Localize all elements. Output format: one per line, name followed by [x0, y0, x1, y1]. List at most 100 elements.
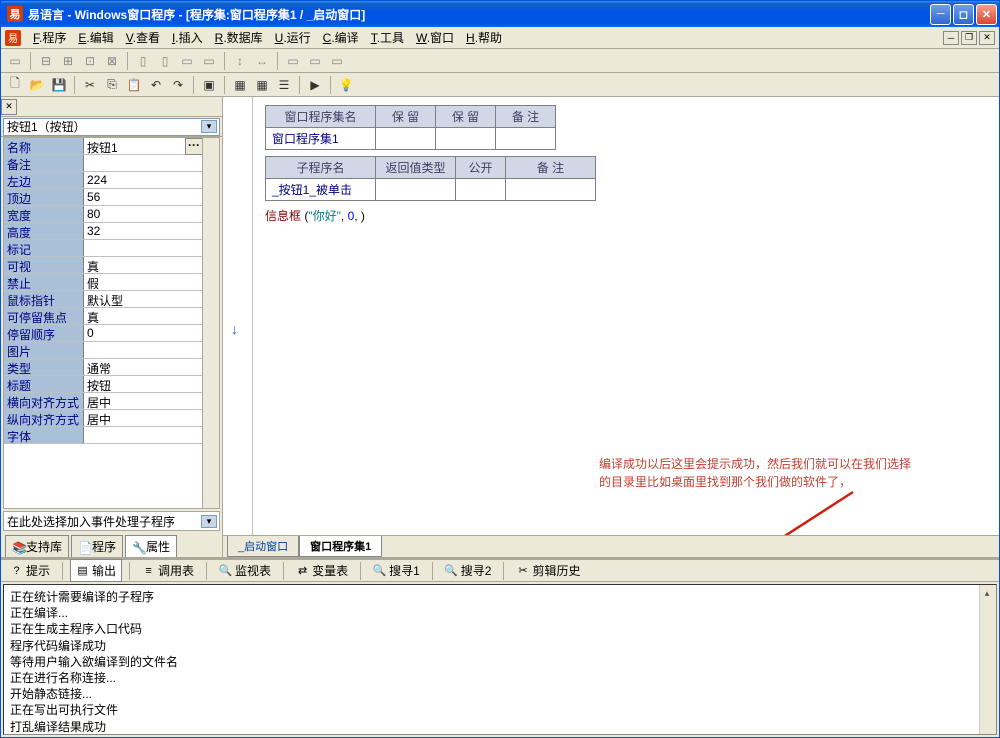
table-cell[interactable] [376, 179, 456, 201]
table-cell[interactable]: _按钮1_被单击 [266, 179, 376, 201]
property-row[interactable]: 顶边56 [4, 189, 219, 206]
bottom-tab[interactable]: ≡调用表 [137, 560, 199, 581]
run-icon[interactable]: ▶ [305, 75, 325, 95]
property-value[interactable]: 真 [84, 257, 203, 273]
scroll-up-icon[interactable]: ▴ [980, 587, 994, 601]
property-value[interactable]: 0 [84, 325, 203, 341]
property-value[interactable] [84, 427, 203, 443]
table-cell[interactable] [506, 179, 596, 201]
menu-item[interactable]: U.运行 [269, 27, 317, 48]
property-row[interactable]: 可停留焦点真 [4, 308, 219, 325]
tool-icon[interactable]: ▭ [305, 51, 325, 71]
tool-icon[interactable]: ▭ [5, 51, 25, 71]
property-value[interactable]: 56 [84, 189, 203, 205]
bottom-tab[interactable]: ▤输出 [70, 559, 122, 582]
property-value[interactable]: 居中 [84, 393, 203, 409]
property-row[interactable]: 类型通常 [4, 359, 219, 376]
property-row[interactable]: 高度32 [4, 223, 219, 240]
tool-icon[interactable]: ⊟ [36, 51, 56, 71]
property-value[interactable]: 居中 [84, 410, 203, 426]
property-value[interactable]: 80 [84, 206, 203, 222]
mdi-restore-button[interactable]: ❐ [961, 31, 977, 45]
code-line[interactable]: 信息框 ("你好", 0, ) [265, 207, 987, 224]
object-selector-combo[interactable]: 按钮1（按钮） [3, 118, 220, 136]
property-row[interactable]: 标记 [4, 240, 219, 257]
property-value[interactable]: 32 [84, 223, 203, 239]
property-row[interactable]: 名称按钮1 [4, 138, 219, 155]
mdi-minimize-button[interactable]: ─ [943, 31, 959, 45]
bottom-tab[interactable]: ✂剪辑历史 [511, 560, 585, 581]
tool-icon[interactable]: ⊞ [58, 51, 78, 71]
property-value[interactable] [84, 155, 203, 171]
menu-item[interactable]: F.程序 [27, 27, 72, 48]
redo-icon[interactable]: ↷ [168, 75, 188, 95]
mdi-close-button[interactable]: ✕ [979, 31, 995, 45]
left-tab[interactable]: 📚支持库 [5, 535, 69, 557]
tool-icon[interactable]: ↕ [230, 51, 250, 71]
tool-icon[interactable]: ▭ [283, 51, 303, 71]
property-row[interactable]: 备注 [4, 155, 219, 172]
menu-item[interactable]: H.帮助 [460, 27, 508, 48]
help-icon[interactable]: 💡 [336, 75, 356, 95]
property-row[interactable]: 宽度80 [4, 206, 219, 223]
property-value[interactable]: 按钮1 [84, 138, 203, 154]
left-tab[interactable]: 📄程序 [71, 535, 123, 557]
output-pane[interactable]: ▴ 正在统计需要编译的子程序正在编译...正在生成主程序入口代码程序代码编译成功… [3, 584, 997, 735]
copy-icon[interactable]: ⎘ [102, 75, 122, 95]
editor-tab[interactable]: _启动窗口 [227, 536, 299, 557]
code-area[interactable]: 窗口程序集名保 留保 留备 注 窗口程序集1 子程序名返回值类型公开备 注 _按… [253, 97, 999, 535]
tool-icon[interactable]: ▯ [133, 51, 153, 71]
menu-item[interactable]: R.数据库 [209, 27, 269, 48]
panel-close-button[interactable]: ✕ [1, 99, 17, 115]
editor-tab[interactable]: 窗口程序集1 [299, 536, 382, 557]
tool-icon[interactable]: ⊠ [102, 51, 122, 71]
menu-item[interactable]: C.编译 [317, 27, 365, 48]
menu-item[interactable]: I.插入 [166, 27, 209, 48]
table-cell[interactable] [496, 128, 556, 150]
property-value[interactable]: 假 [84, 274, 203, 290]
property-row[interactable]: 可视真 [4, 257, 219, 274]
tool-icon[interactable]: ▯ [155, 51, 175, 71]
table-cell[interactable]: 窗口程序集1 [266, 128, 376, 150]
new-icon[interactable]: 🗋 [5, 75, 25, 95]
menu-item[interactable]: E.编辑 [72, 27, 119, 48]
property-row[interactable]: 横向对齐方式居中 [4, 393, 219, 410]
menu-item[interactable]: V.查看 [120, 27, 166, 48]
form-icon[interactable]: ▦ [230, 75, 250, 95]
list-icon[interactable]: ☰ [274, 75, 294, 95]
bottom-tab[interactable]: 🔍监视表 [214, 560, 276, 581]
open-icon[interactable]: 📂 [27, 75, 47, 95]
save-icon[interactable]: 💾 [49, 75, 69, 95]
property-value[interactable]: 真 [84, 308, 203, 324]
property-value[interactable]: 按钮 [84, 376, 203, 392]
property-row[interactable]: 标题按钮 [4, 376, 219, 393]
window-icon[interactable]: ▣ [199, 75, 219, 95]
bottom-tab[interactable]: ?提示 [5, 560, 55, 581]
menu-item[interactable]: W.窗口 [410, 27, 460, 48]
tool-icon[interactable]: ⊡ [80, 51, 100, 71]
property-value[interactable] [84, 342, 203, 358]
property-row[interactable]: 左边224 [4, 172, 219, 189]
property-value[interactable]: 默认型 [84, 291, 203, 307]
undo-icon[interactable]: ↶ [146, 75, 166, 95]
property-row[interactable]: 字体 [4, 427, 219, 444]
bottom-tab[interactable]: 🔍搜寻2 [440, 560, 497, 581]
bottom-tab[interactable]: 🔍搜寻1 [368, 560, 425, 581]
tool-icon[interactable]: ▭ [177, 51, 197, 71]
property-row[interactable]: 鼠标指针默认型 [4, 291, 219, 308]
property-value[interactable]: 224 [84, 172, 203, 188]
table-cell[interactable] [376, 128, 436, 150]
maximize-button[interactable]: ◻ [953, 4, 974, 25]
property-value[interactable] [84, 240, 203, 256]
left-tab[interactable]: 🔧属性 [125, 535, 177, 557]
property-row[interactable]: 纵向对齐方式居中 [4, 410, 219, 427]
tool-icon[interactable]: ↔ [252, 51, 272, 71]
bottom-tab[interactable]: ⇄变量表 [291, 560, 353, 581]
property-row[interactable]: 图片 [4, 342, 219, 359]
tool-icon[interactable]: ▭ [199, 51, 219, 71]
table-cell[interactable] [456, 179, 506, 201]
table-cell[interactable] [436, 128, 496, 150]
cut-icon[interactable]: ✂ [80, 75, 100, 95]
events-combo[interactable]: 在此处选择加入事件处理子程序 [3, 511, 220, 531]
property-row[interactable]: 禁止假 [4, 274, 219, 291]
